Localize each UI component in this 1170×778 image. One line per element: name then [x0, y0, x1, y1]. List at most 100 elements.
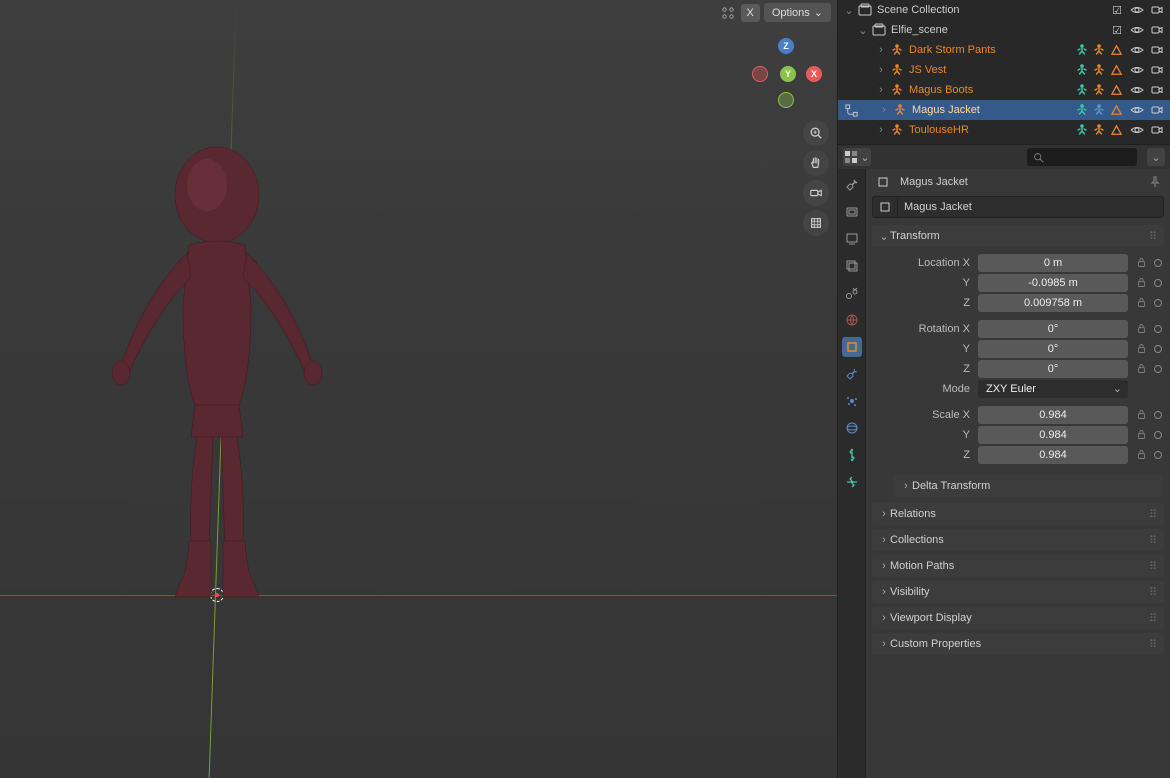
- panel-visibility[interactable]: ›Visibility⠿: [872, 581, 1164, 603]
- gizmo-axis-z[interactable]: Z: [778, 38, 794, 54]
- chevron-right-icon[interactable]: ›: [874, 44, 888, 56]
- eye-icon[interactable]: [1129, 42, 1145, 58]
- navigation-gizmo[interactable]: Z X Y: [752, 38, 822, 108]
- chevron-right-icon[interactable]: ›: [874, 124, 888, 136]
- gizmo-axis-x[interactable]: X: [806, 66, 822, 82]
- lock-icon[interactable]: [1132, 426, 1150, 444]
- eye-icon[interactable]: [1129, 22, 1145, 38]
- chevron-down-icon[interactable]: ⌄: [842, 4, 856, 17]
- checkbox-icon[interactable]: ☑: [1109, 22, 1125, 38]
- eye-icon[interactable]: [1129, 82, 1145, 98]
- tab-particles[interactable]: [842, 391, 862, 411]
- tab-scene[interactable]: [842, 283, 862, 303]
- panel-transform-header[interactable]: ⌄ Transform ⠿: [872, 225, 1164, 247]
- lock-icon[interactable]: [1132, 320, 1150, 338]
- chevron-right-icon[interactable]: ›: [877, 104, 891, 116]
- camera-icon[interactable]: [1149, 2, 1165, 18]
- rotation-x-value[interactable]: 0°: [978, 320, 1128, 338]
- keyframe-dot[interactable]: [1154, 365, 1162, 373]
- panel-grip-icon[interactable]: ⠿: [1149, 560, 1158, 573]
- tab-tool[interactable]: [842, 175, 862, 195]
- location-y-value[interactable]: -0.0985 m: [978, 274, 1128, 292]
- keyframe-dot[interactable]: [1154, 411, 1162, 419]
- outliner-item[interactable]: › Magus Boots: [838, 80, 1170, 100]
- lock-icon[interactable]: [1132, 360, 1150, 378]
- outliner-item[interactable]: › ToulouseHR: [838, 120, 1170, 140]
- panel-delta-transform[interactable]: › Delta Transform: [894, 475, 1162, 497]
- outliner-panel[interactable]: ⌄ Scene Collection ☑ ⌄ Elfie_scene ☑ ›: [838, 0, 1170, 144]
- outliner-item[interactable]: › Magus Jacket: [838, 100, 1170, 120]
- tab-constraints[interactable]: [842, 445, 862, 465]
- editor-type-dropdown[interactable]: ⌄: [843, 148, 871, 166]
- object-name-value[interactable]: Magus Jacket: [898, 196, 1164, 218]
- eye-icon[interactable]: [1129, 102, 1145, 118]
- lock-icon[interactable]: [1132, 340, 1150, 358]
- tab-render[interactable]: [842, 202, 862, 222]
- panel-grip-icon[interactable]: ⠿: [1149, 534, 1158, 547]
- camera-icon[interactable]: [1149, 62, 1165, 78]
- panel-collections[interactable]: ›Collections⠿: [872, 529, 1164, 551]
- lock-icon[interactable]: [1132, 254, 1150, 272]
- eye-icon[interactable]: [1129, 2, 1145, 18]
- chevron-down-icon[interactable]: ⌄: [856, 24, 870, 37]
- checkbox-icon[interactable]: ☑: [1109, 2, 1125, 18]
- panel-grip-icon[interactable]: ⠿: [1149, 612, 1158, 625]
- keyframe-dot[interactable]: [1154, 279, 1162, 287]
- pan-tool-icon[interactable]: [803, 150, 829, 176]
- panel-relations[interactable]: ›Relations⠿: [872, 503, 1164, 525]
- panel-grip-icon[interactable]: ⠿: [1149, 586, 1158, 599]
- scale-y-value[interactable]: 0.984: [978, 426, 1128, 444]
- tab-physics[interactable]: [842, 418, 862, 438]
- gizmo-toggle-icon[interactable]: [719, 4, 737, 22]
- rotation-z-value[interactable]: 0°: [978, 360, 1128, 378]
- lock-icon[interactable]: [1132, 294, 1150, 312]
- eye-icon[interactable]: [1129, 122, 1145, 138]
- rotation-y-value[interactable]: 0°: [978, 340, 1128, 358]
- outliner-scene[interactable]: ⌄ Elfie_scene ☑: [838, 20, 1170, 40]
- location-x-value[interactable]: 0 m: [978, 254, 1128, 272]
- tab-object[interactable]: [842, 337, 862, 357]
- panel-custom-properties[interactable]: ›Custom Properties⠿: [872, 633, 1164, 655]
- outliner-item[interactable]: › JS Vest: [838, 60, 1170, 80]
- keyframe-dot[interactable]: [1154, 345, 1162, 353]
- tab-output[interactable]: [842, 229, 862, 249]
- pin-icon[interactable]: [1148, 175, 1162, 189]
- panel-grip-icon[interactable]: ⠿: [1149, 508, 1158, 521]
- eye-icon[interactable]: [1129, 62, 1145, 78]
- camera-icon[interactable]: [1149, 82, 1165, 98]
- gizmo-axis-neg-y[interactable]: [778, 92, 794, 108]
- character-mesh[interactable]: [105, 145, 327, 605]
- outliner-item[interactable]: › Dark Storm Pants: [838, 40, 1170, 60]
- outliner-root[interactable]: ⌄ Scene Collection ☑: [838, 0, 1170, 20]
- perspective-toggle-icon[interactable]: [803, 210, 829, 236]
- gizmo-axis-y[interactable]: Y: [780, 66, 796, 82]
- panel-motion-paths[interactable]: ›Motion Paths⠿: [872, 555, 1164, 577]
- gizmo-axis-neg-x[interactable]: [752, 66, 768, 82]
- scale-x-value[interactable]: 0.984: [978, 406, 1128, 424]
- lock-icon[interactable]: [1132, 446, 1150, 464]
- object-name-field[interactable]: Magus Jacket: [872, 195, 1164, 219]
- panel-viewport-display[interactable]: ›Viewport Display⠿: [872, 607, 1164, 629]
- rotation-mode-dropdown[interactable]: ZXY Euler: [978, 380, 1128, 398]
- camera-icon[interactable]: [1149, 102, 1165, 118]
- properties-search[interactable]: [1027, 148, 1137, 166]
- scale-z-value[interactable]: 0.984: [978, 446, 1128, 464]
- keyframe-dot[interactable]: [1154, 299, 1162, 307]
- keyframe-dot[interactable]: [1154, 259, 1162, 267]
- tab-world[interactable]: [842, 310, 862, 330]
- properties-body[interactable]: Magus Jacket Magus Jacket ⌄ Transform ⠿ …: [866, 169, 1170, 778]
- keyframe-dot[interactable]: [1154, 325, 1162, 333]
- keyframe-dot[interactable]: [1154, 451, 1162, 459]
- lock-icon[interactable]: [1132, 406, 1150, 424]
- viewport-3d[interactable]: X Options ⌄ Z X Y: [0, 0, 837, 778]
- camera-icon[interactable]: [1149, 42, 1165, 58]
- viewport-options-button[interactable]: Options ⌄: [764, 3, 831, 22]
- camera-icon[interactable]: [1149, 22, 1165, 38]
- tab-data[interactable]: [842, 472, 862, 492]
- zoom-tool-icon[interactable]: [803, 120, 829, 146]
- panel-grip-icon[interactable]: ⠿: [1149, 230, 1158, 243]
- camera-icon[interactable]: [1149, 122, 1165, 138]
- options-dropdown[interactable]: ⌄: [1147, 148, 1165, 166]
- chevron-right-icon[interactable]: ›: [874, 64, 888, 76]
- tab-modifiers[interactable]: [842, 364, 862, 384]
